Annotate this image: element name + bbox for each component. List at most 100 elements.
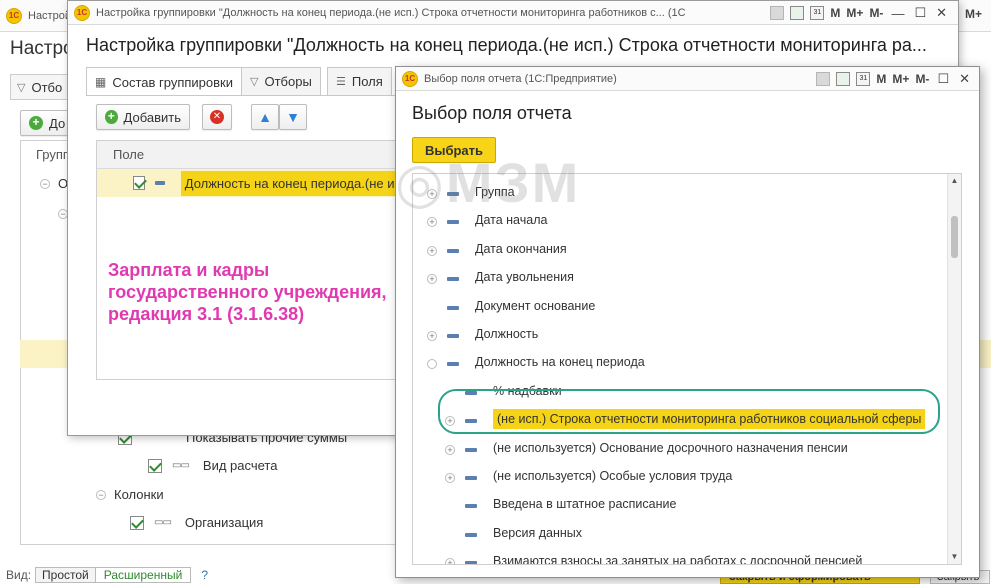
field-type-icon xyxy=(447,248,459,253)
print-icon[interactable] xyxy=(770,6,785,20)
checkbox-checked-icon[interactable] xyxy=(148,458,162,473)
collapse-icon[interactable]: − xyxy=(96,489,106,500)
mzm-watermark-logo: ◎МЗМ xyxy=(395,151,581,214)
back-window-tab-title: Настрой xyxy=(28,9,71,22)
fields-table-row[interactable]: Должность на конец периода.(не ис xyxy=(97,169,405,197)
expand-icon[interactable]: + xyxy=(445,473,455,483)
field-select-titlebar: 1С Выбор поля отчета (1С:Предприятие) 31… xyxy=(396,67,979,91)
highlight-ring xyxy=(438,389,940,434)
table-icon[interactable] xyxy=(836,72,851,86)
tree-row[interactable]: + Дата окончания xyxy=(413,237,947,265)
close-icon[interactable]: ✕ xyxy=(936,5,947,21)
back-tree-row-o[interactable]: − О xyxy=(40,176,68,191)
field-tree-rows: + Группа + Дата начала + Дата окончания + Дата … xyxy=(413,174,947,564)
expand-icon[interactable]: + xyxy=(427,331,437,341)
expand-icon[interactable]: + xyxy=(445,444,455,455)
expand-icon[interactable]: + xyxy=(427,217,437,228)
mplus-button[interactable]: M+ xyxy=(892,72,909,86)
arrow-up-icon: ▲ xyxy=(258,109,272,125)
tree-row[interactable]: Должность на конец периода xyxy=(413,350,947,378)
view-simple-button[interactable]: Простой xyxy=(35,566,96,583)
tree-row[interactable]: + Дата увольнения xyxy=(413,265,947,293)
tab-grouping-composition-label: Состав группировки xyxy=(112,74,233,90)
field-type-icon xyxy=(465,447,477,452)
field-type-icon xyxy=(447,334,459,338)
tree-row[interactable]: Версия данных xyxy=(413,521,947,549)
tree-row-label: Дата окончания xyxy=(475,241,567,256)
mminus-button[interactable]: M- xyxy=(915,72,929,86)
view-label: Вид: xyxy=(6,567,32,582)
tree-row[interactable]: + (не используется) Особые условия труда xyxy=(413,464,947,492)
back-mplus-button[interactable]: М+ xyxy=(965,7,982,21)
tree-row-label: Должность на конец периода xyxy=(475,355,645,370)
checkbox-checked-icon[interactable] xyxy=(133,176,145,190)
field-type-icon xyxy=(447,305,459,310)
scroll-thumb[interactable] xyxy=(951,216,958,258)
checkbox-checked-icon[interactable] xyxy=(130,515,144,530)
expanded-node-icon[interactable] xyxy=(427,359,437,370)
tree-row[interactable]: Документ основание xyxy=(413,294,947,322)
move-up-button[interactable]: ▲ xyxy=(251,104,279,130)
tree-scrollbar[interactable]: ▲ ▼ xyxy=(947,174,961,564)
field-tree: + Группа + Дата начала + Дата окончания + Дата … xyxy=(412,173,962,565)
help-icon[interactable]: ? xyxy=(201,568,208,582)
back-row-vid-rascheta-label: Вид расчета xyxy=(202,458,278,473)
link-field-icon: ▭▭ xyxy=(154,517,172,528)
delete-button[interactable]: ✕ xyxy=(202,104,232,130)
tab-filters[interactable]: ▽ Отборы xyxy=(241,67,321,95)
add-button[interactable]: + Добавить xyxy=(96,104,190,130)
scroll-down-icon[interactable]: ▼ xyxy=(948,552,961,564)
back-row-organizatsiya[interactable]: ▭▭ Организация xyxy=(130,515,263,530)
link-field-icon: ▭▭ xyxy=(172,460,190,471)
field-select-heading: Выбор поля отчета xyxy=(412,103,572,123)
field-type-icon xyxy=(447,277,459,282)
tree-row-label: Версия данных xyxy=(493,525,583,540)
field-type-icon xyxy=(447,220,459,225)
print-icon[interactable] xyxy=(816,72,831,86)
tree-row-label: Дата увольнения xyxy=(475,270,574,285)
tree-row[interactable]: Введена в штатное расписание xyxy=(413,492,947,520)
grouping-window-heading: Настройка группировки "Должность на коне… xyxy=(86,35,927,55)
maximize-icon[interactable]: ☐ xyxy=(937,71,949,87)
back-row-vid-rascheta[interactable]: ▭▭ Вид расчета xyxy=(148,458,277,473)
back-row-kolonki[interactable]: − Колонки xyxy=(96,487,164,502)
collapse-icon[interactable]: − xyxy=(40,178,50,189)
scroll-up-icon[interactable]: ▲ xyxy=(948,174,961,186)
expand-icon[interactable]: + xyxy=(427,245,437,256)
field-type-icon xyxy=(465,476,477,480)
back-grid-header: Групп xyxy=(36,147,70,162)
maximize-icon[interactable]: ☐ xyxy=(914,5,926,21)
calendar-icon[interactable]: 31 xyxy=(856,72,871,86)
mplus-button[interactable]: M+ xyxy=(846,6,863,20)
view-extended-button[interactable]: Расширенный xyxy=(95,566,192,583)
field-type-icon xyxy=(465,504,477,509)
move-down-button[interactable]: ▼ xyxy=(279,104,307,130)
tree-row[interactable]: + Должность xyxy=(413,322,947,350)
m-button[interactable]: M xyxy=(830,6,840,20)
mminus-button[interactable]: M- xyxy=(869,6,883,20)
tree-row[interactable]: + (не используется) Основание досрочного … xyxy=(413,436,947,464)
delete-icon: ✕ xyxy=(210,110,224,124)
tab-grouping-composition[interactable]: ▦ Состав группировки xyxy=(86,67,242,96)
table-icon[interactable] xyxy=(790,6,805,20)
field-type-icon xyxy=(465,532,477,537)
minimize-icon[interactable]: — xyxy=(891,6,904,21)
tab-filters-label: Отборы xyxy=(264,74,312,89)
edition-watermark: Зарплата и кадры государственного учрежд… xyxy=(108,260,387,324)
app-logo-icon: 1С xyxy=(402,70,418,87)
grouping-window-titlebar: 1С Настройка группировки "Должность на к… xyxy=(68,1,958,25)
tab-fields[interactable]: ☰ Поля xyxy=(327,67,392,95)
add-icon: + xyxy=(105,110,118,124)
tree-row-label: (не используется) Основание досрочного н… xyxy=(493,440,848,455)
back-row-organizatsiya-label: Организация xyxy=(184,515,264,530)
tree-row[interactable]: + Взимаются взносы за занятых на работах … xyxy=(413,549,947,565)
expand-icon[interactable]: + xyxy=(427,274,437,285)
expand-icon[interactable]: + xyxy=(445,558,455,564)
tab-fields-label: Поля xyxy=(351,74,383,89)
field-type-icon xyxy=(154,181,165,185)
tree-row-label: Взимаются взносы за занятых на работах с… xyxy=(493,554,863,565)
close-icon[interactable]: ✕ xyxy=(959,71,970,87)
calendar-icon[interactable]: 31 xyxy=(810,6,825,20)
app-logo-icon: 1С xyxy=(6,7,22,24)
m-button[interactable]: M xyxy=(876,72,886,86)
